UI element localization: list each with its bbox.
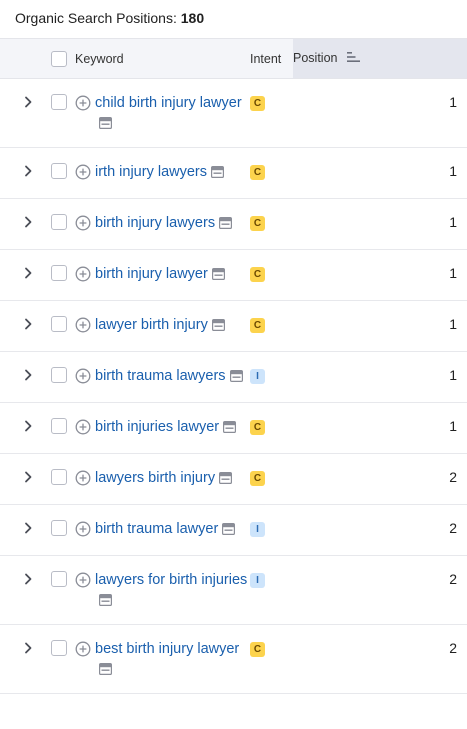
serp-features-icon[interactable] <box>99 594 112 606</box>
row-checkbox[interactable] <box>51 214 67 230</box>
table-row: birth trauma lawyers I 1 <box>0 352 467 403</box>
keyword-link[interactable]: birth injury lawyers <box>95 215 215 231</box>
page-header: Organic Search Positions: 180 <box>0 0 467 38</box>
table-row: child birth injury lawyer C 1 <box>0 79 467 148</box>
keyword-link[interactable]: birth injuries lawyer <box>95 419 219 435</box>
column-header-keyword[interactable]: Keyword <box>75 38 248 79</box>
keyword-link[interactable]: lawyers birth injury <box>95 470 215 486</box>
page-title: Organic Search Positions: <box>15 10 177 26</box>
keyword-link[interactable]: birth injury lawyer <box>95 266 208 282</box>
table-row: best birth injury lawyer C 2 <box>0 625 467 694</box>
row-checkbox[interactable] <box>51 571 67 587</box>
plus-circle-icon[interactable] <box>75 368 91 384</box>
serp-features-icon[interactable] <box>99 117 112 129</box>
position-value: 2 <box>449 640 457 656</box>
plus-circle-icon[interactable] <box>75 317 91 333</box>
plus-circle-icon[interactable] <box>75 266 91 282</box>
serp-features-icon[interactable] <box>222 523 236 535</box>
table-header-row: Keyword Intent Position <box>0 38 467 79</box>
column-header-position-label: Position <box>293 51 338 65</box>
position-value: 2 <box>449 469 457 485</box>
position-value: 1 <box>449 367 457 383</box>
position-value: 1 <box>449 214 457 230</box>
chevron-right-icon[interactable] <box>20 469 36 485</box>
intent-badge: C <box>250 96 265 111</box>
chevron-right-icon[interactable] <box>20 214 36 230</box>
keyword-link[interactable]: lawyers for birth injuries <box>95 572 247 588</box>
keyword-link[interactable]: birth trauma lawyers <box>95 368 226 384</box>
table-row: birth trauma lawyer I 2 <box>0 505 467 556</box>
chevron-right-icon[interactable] <box>20 418 36 434</box>
row-checkbox[interactable] <box>51 265 67 281</box>
row-checkbox[interactable] <box>51 94 67 110</box>
plus-circle-icon[interactable] <box>75 641 91 657</box>
plus-circle-icon[interactable] <box>75 572 91 588</box>
chevron-right-icon[interactable] <box>20 367 36 383</box>
serp-features-icon[interactable] <box>223 421 237 433</box>
position-value: 2 <box>449 571 457 587</box>
keyword-link[interactable]: best birth injury lawyer <box>95 641 239 657</box>
position-value: 2 <box>449 520 457 536</box>
table-row: irth injury lawyers C 1 <box>0 148 467 199</box>
serp-features-icon[interactable] <box>219 217 233 229</box>
position-value: 1 <box>449 418 457 434</box>
serp-features-icon[interactable] <box>99 663 112 675</box>
plus-circle-icon[interactable] <box>75 164 91 180</box>
intent-badge: I <box>250 522 265 537</box>
row-checkbox[interactable] <box>51 520 67 536</box>
chevron-right-icon[interactable] <box>20 163 36 179</box>
keyword-link[interactable]: irth injury lawyers <box>95 164 207 180</box>
intent-badge: C <box>250 420 265 435</box>
serp-features-icon[interactable] <box>211 268 225 280</box>
serp-features-icon[interactable] <box>219 472 233 484</box>
plus-circle-icon[interactable] <box>75 470 91 486</box>
intent-badge: C <box>250 216 265 231</box>
row-checkbox[interactable] <box>51 316 67 332</box>
position-value: 1 <box>449 94 457 110</box>
table-row: birth injury lawyers C 1 <box>0 199 467 250</box>
serp-features-icon[interactable] <box>211 319 225 331</box>
intent-badge: I <box>250 573 265 588</box>
chevron-right-icon[interactable] <box>20 265 36 281</box>
chevron-right-icon[interactable] <box>20 316 36 332</box>
row-checkbox[interactable] <box>51 367 67 383</box>
row-checkbox[interactable] <box>51 469 67 485</box>
position-value: 1 <box>449 265 457 281</box>
positions-count: 180 <box>180 10 205 26</box>
keywords-table: Keyword Intent Position child birth inju… <box>0 38 467 694</box>
row-checkbox[interactable] <box>51 163 67 179</box>
row-checkbox[interactable] <box>51 418 67 434</box>
chevron-right-icon[interactable] <box>20 640 36 656</box>
table-row: birth injuries lawyer C 1 <box>0 403 467 454</box>
plus-circle-icon[interactable] <box>75 215 91 231</box>
keyword-link[interactable]: child birth injury lawyer <box>95 95 242 111</box>
intent-badge: C <box>250 267 265 282</box>
serp-features-icon[interactable] <box>229 370 243 382</box>
sort-descending-icon[interactable] <box>346 51 361 66</box>
plus-circle-icon[interactable] <box>75 419 91 435</box>
intent-badge: I <box>250 369 265 384</box>
keyword-link[interactable]: birth trauma lawyer <box>95 521 218 537</box>
intent-badge: C <box>250 318 265 333</box>
plus-circle-icon[interactable] <box>75 95 91 111</box>
position-value: 1 <box>449 163 457 179</box>
intent-badge: C <box>250 471 265 486</box>
column-header-position[interactable]: Position <box>293 38 467 79</box>
table-row: lawyer birth injury C 1 <box>0 301 467 352</box>
table-row: birth injury lawyer C 1 <box>0 250 467 301</box>
column-header-intent[interactable]: Intent <box>248 38 293 79</box>
serp-features-icon[interactable] <box>211 166 224 178</box>
chevron-right-icon[interactable] <box>20 94 36 110</box>
chevron-right-icon[interactable] <box>20 571 36 587</box>
table-row: lawyers for birth injuries I 2 <box>0 556 467 625</box>
keyword-link[interactable]: lawyer birth injury <box>95 317 208 333</box>
table-row: lawyers birth injury C 2 <box>0 454 467 505</box>
intent-badge: C <box>250 642 265 657</box>
row-checkbox[interactable] <box>51 640 67 656</box>
chevron-right-icon[interactable] <box>20 520 36 536</box>
intent-badge: C <box>250 165 265 180</box>
plus-circle-icon[interactable] <box>75 521 91 537</box>
select-all-checkbox[interactable] <box>51 50 67 67</box>
position-value: 1 <box>449 316 457 332</box>
